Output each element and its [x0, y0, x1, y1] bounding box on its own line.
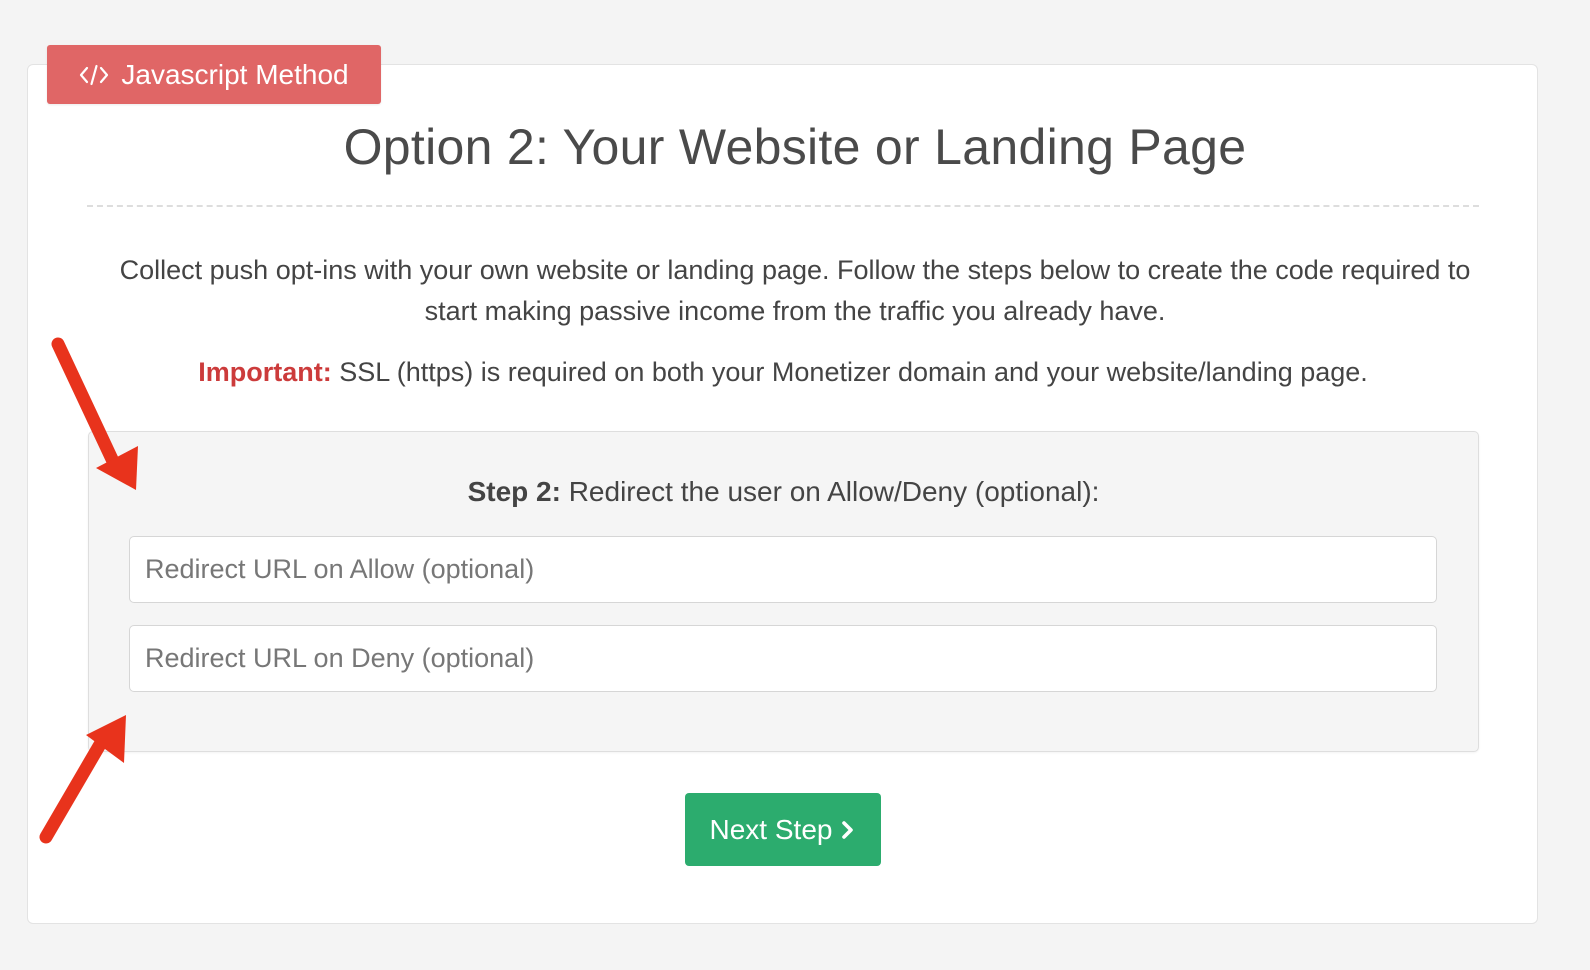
important-text: SSL (https) is required on both your Mon…: [331, 357, 1368, 387]
redirect-deny-input[interactable]: [129, 625, 1437, 692]
step-text: Redirect the user on Allow/Deny (optiona…: [560, 476, 1100, 507]
important-label: Important:: [198, 357, 332, 387]
red-arrow-annotation: [51, 337, 138, 490]
important-note: Important: SSL (https) is required on bo…: [87, 352, 1479, 392]
redirect-allow-input[interactable]: [129, 536, 1437, 603]
step-heading: Step 2: Redirect the user on Allow/Deny …: [88, 476, 1479, 508]
red-arrow-annotation: [39, 715, 126, 844]
code-icon: [79, 60, 109, 90]
javascript-method-tab[interactable]: Javascript Method: [47, 45, 381, 104]
step-label: Step 2:: [467, 476, 561, 507]
next-step-button[interactable]: Next Step: [685, 793, 881, 866]
intro-description: Collect push opt-ins with your own websi…: [119, 255, 1471, 326]
chevron-right-icon: [840, 819, 856, 841]
page-title: Option 2: Your Website or Landing Page: [343, 119, 1247, 175]
next-step-label: Next Step: [709, 813, 833, 845]
title-divider: [87, 205, 1479, 207]
method-tab-label: Javascript Method: [121, 58, 349, 90]
